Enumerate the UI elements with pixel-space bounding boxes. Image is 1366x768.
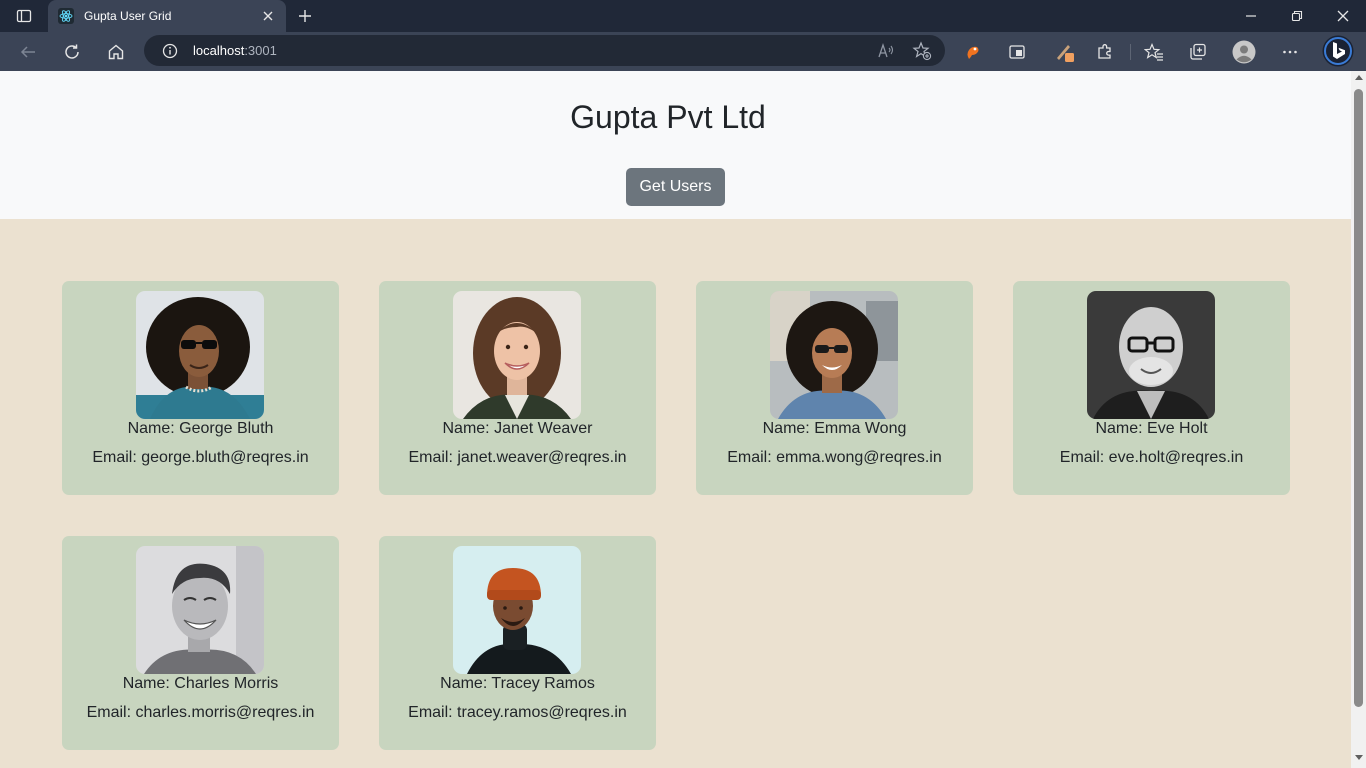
user-avatar [770,291,898,419]
page-header: Gupta Pvt Ltd Get Users [0,71,1351,219]
user-avatar [1087,291,1215,419]
url-text: localhost:3001 [193,43,277,58]
refresh-icon[interactable] [57,37,87,67]
user-card: Name: Eve Holt Email: eve.holt@reqres.in [1013,281,1290,495]
minimize-icon[interactable] [1228,0,1274,32]
user-email: Email: emma.wong@reqres.in [727,449,942,466]
scrollbar-thumb[interactable] [1354,89,1363,707]
info-icon[interactable] [162,43,178,59]
tab-title: Gupta User Grid [84,9,172,23]
user-avatar [136,291,264,419]
react-icon [58,8,74,24]
user-name: Name: Tracey Ramos [440,675,595,692]
puzzle-icon[interactable] [1092,39,1118,65]
profile-icon[interactable] [1231,39,1257,65]
address-bar[interactable]: localhost:3001 [144,35,945,66]
user-email: Email: janet.weaver@reqres.in [408,449,627,466]
user-email: Email: eve.holt@reqres.in [1059,449,1244,466]
home-icon[interactable] [101,37,131,67]
star-plus-icon[interactable] [911,40,933,62]
get-users-button[interactable]: Get Users [626,168,725,206]
split-screen-icon[interactable] [1004,39,1030,65]
user-name: Name: Janet Weaver [442,420,593,437]
toolbar-separator [1130,44,1131,60]
window-close-icon[interactable] [1320,0,1366,32]
more-icon[interactable] [1277,39,1303,65]
user-card: Name: Tracey Ramos Email: tracey.ramos@r… [379,536,656,750]
user-card: Name: Emma Wong Email: emma.wong@reqres.… [696,281,973,495]
scroll-down-icon[interactable] [1355,755,1363,760]
user-name: Name: George Bluth [127,420,274,437]
bing-icon[interactable] [1322,35,1354,67]
user-name: Name: Emma Wong [762,420,907,437]
plus-icon[interactable] [294,5,316,27]
user-grid: Name: George Bluth Email: george.bluth@r… [62,281,1290,750]
user-card: Name: Janet Weaver Email: janet.weaver@r… [379,281,656,495]
restore-icon[interactable] [1274,0,1320,32]
title-bar: Gupta User Grid [0,0,1366,32]
browser-toolbar: localhost:3001 [0,32,1366,71]
read-aloud-icon[interactable] [875,40,897,62]
user-card: Name: Charles Morris Email: charles.morr… [62,536,339,750]
user-name: Name: Eve Holt [1095,420,1208,437]
pen-extension-icon[interactable] [1051,39,1077,65]
back-arrow-icon[interactable] [13,37,43,67]
favorites-icon[interactable] [1141,39,1167,65]
extension-icon[interactable] [960,39,986,65]
close-icon[interactable] [260,8,276,24]
page-viewport: Gupta Pvt Ltd Get Users Name: George Blu… [0,71,1351,768]
user-avatar [453,546,581,674]
user-email: Email: charles.morris@reqres.in [86,704,315,721]
user-card: Name: George Bluth Email: george.bluth@r… [62,281,339,495]
tab-actions-icon[interactable] [8,4,40,28]
user-name: Name: Charles Morris [122,675,279,692]
user-avatar [136,546,264,674]
user-email: Email: george.bluth@reqres.in [92,449,309,466]
collections-icon[interactable] [1185,39,1211,65]
page-title: Gupta Pvt Ltd [570,99,766,135]
scroll-up-icon[interactable] [1355,75,1363,80]
page-scrollbar[interactable] [1351,71,1366,768]
browser-tab[interactable]: Gupta User Grid [48,0,286,32]
user-avatar [453,291,581,419]
user-email: Email: tracey.ramos@reqres.in [408,704,627,721]
